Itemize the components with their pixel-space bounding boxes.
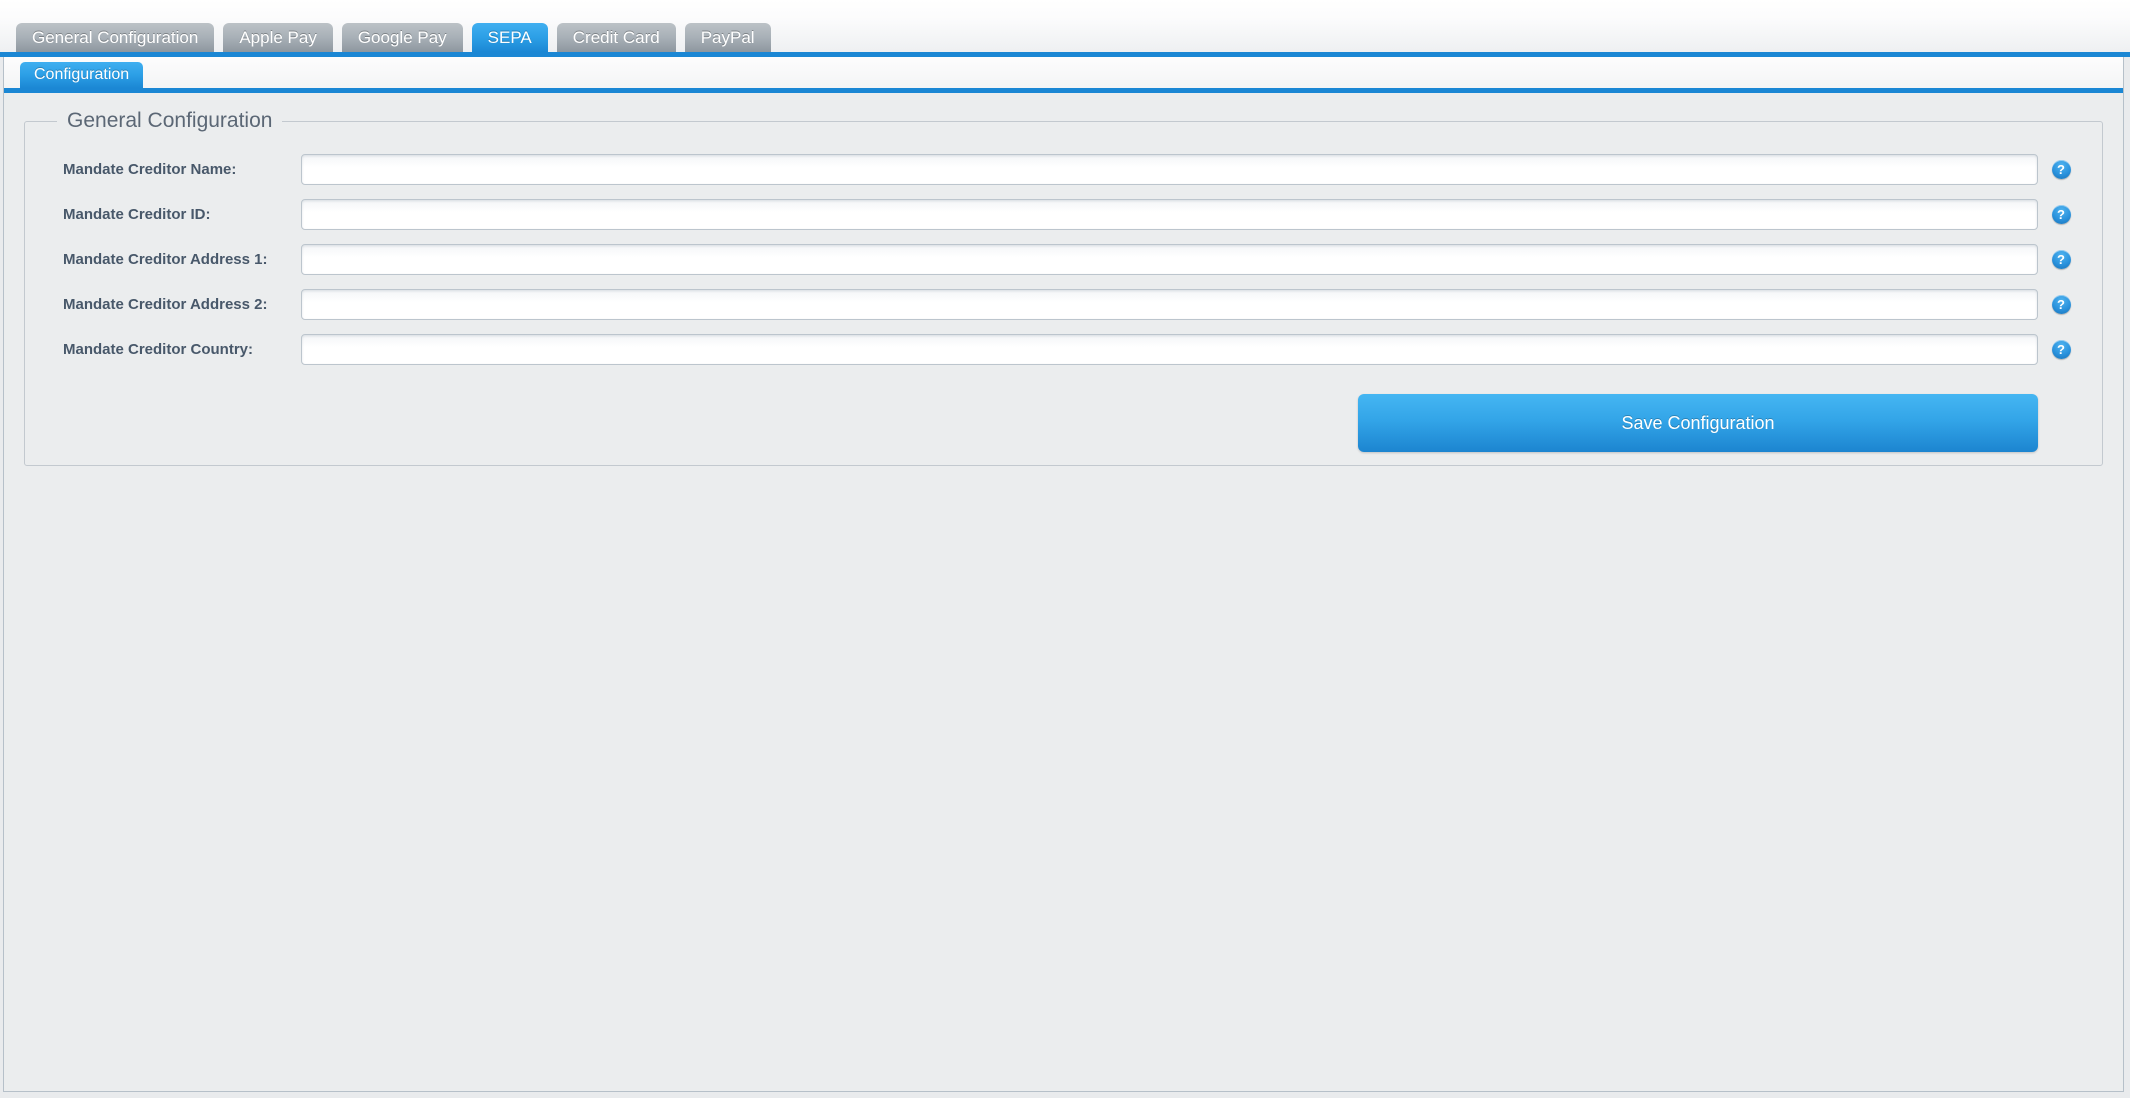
- input-mandate-creditor-id[interactable]: [301, 199, 2038, 230]
- form-row: Mandate Creditor Country:?: [43, 327, 2084, 372]
- form-row: Mandate Creditor Address 2:?: [43, 282, 2084, 327]
- sub-tabs: Configuration: [20, 62, 144, 88]
- input-mandate-creditor-address-1[interactable]: [301, 244, 2038, 275]
- configuration-form: General Configuration Mandate Creditor N…: [4, 93, 2123, 466]
- input-mandate-creditor-country[interactable]: [301, 334, 2038, 365]
- help-cell: ?: [2038, 205, 2084, 224]
- help-cell: ?: [2038, 250, 2084, 269]
- tab-google-pay[interactable]: Google Pay: [341, 23, 463, 52]
- input-mandate-creditor-address-2[interactable]: [301, 289, 2038, 320]
- general-configuration-group: General Configuration Mandate Creditor N…: [24, 109, 2103, 466]
- field-label: Mandate Creditor Name:: [63, 161, 237, 178]
- tab-paypal[interactable]: PayPal: [684, 23, 771, 52]
- content-panel: Configuration General Configuration Mand…: [3, 57, 2124, 1092]
- help-cell: ?: [2038, 160, 2084, 179]
- help-question-icon[interactable]: ?: [2051, 205, 2071, 224]
- group-legend: General Configuration: [67, 109, 273, 132]
- field-wrapper: [301, 334, 2038, 365]
- subtab-configuration[interactable]: Configuration: [20, 62, 144, 88]
- form-row: Mandate Creditor Name:?: [43, 147, 2084, 192]
- field-label: Mandate Creditor Country:: [63, 341, 254, 358]
- field-wrapper: [301, 154, 2038, 185]
- help-question-icon[interactable]: ?: [2051, 295, 2071, 314]
- field-label: Mandate Creditor ID:: [63, 206, 211, 223]
- field-rows: Mandate Creditor Name:? Mandate Creditor …: [43, 147, 2084, 372]
- sub-tab-bar: Configuration: [4, 57, 2123, 93]
- input-mandate-creditor-name[interactable]: [301, 154, 2038, 185]
- tab-general-configuration[interactable]: General Configuration: [16, 23, 215, 52]
- payment-method-tabs: General Configuration Apple Pay Google Pay…: [16, 23, 771, 52]
- sub-tab-underline: [4, 88, 2123, 93]
- top-tab-bar: General Configuration Apple Pay Google Pay…: [0, 0, 2130, 57]
- save-configuration-button[interactable]: Save Configuration: [1358, 394, 2038, 452]
- help-question-icon[interactable]: ?: [2051, 160, 2071, 179]
- help-cell: ?: [2038, 340, 2084, 359]
- field-label: Mandate Creditor Address 1:: [63, 251, 268, 268]
- field-wrapper: [301, 199, 2038, 230]
- tab-sepa[interactable]: SEPA: [471, 23, 548, 52]
- form-actions: Save Configuration: [43, 372, 2084, 452]
- form-row: Mandate Creditor ID:?: [43, 192, 2084, 237]
- field-label: Mandate Creditor Address 2:: [63, 296, 268, 313]
- field-wrapper: [301, 244, 2038, 275]
- field-wrapper: [301, 289, 2038, 320]
- tab-apple-pay[interactable]: Apple Pay: [223, 23, 333, 52]
- help-cell: ?: [2038, 295, 2084, 314]
- tab-credit-card[interactable]: Credit Card: [556, 23, 676, 52]
- form-row: Mandate Creditor Address 1:?: [43, 237, 2084, 282]
- help-question-icon[interactable]: ?: [2051, 250, 2071, 269]
- help-question-icon[interactable]: ?: [2051, 340, 2071, 359]
